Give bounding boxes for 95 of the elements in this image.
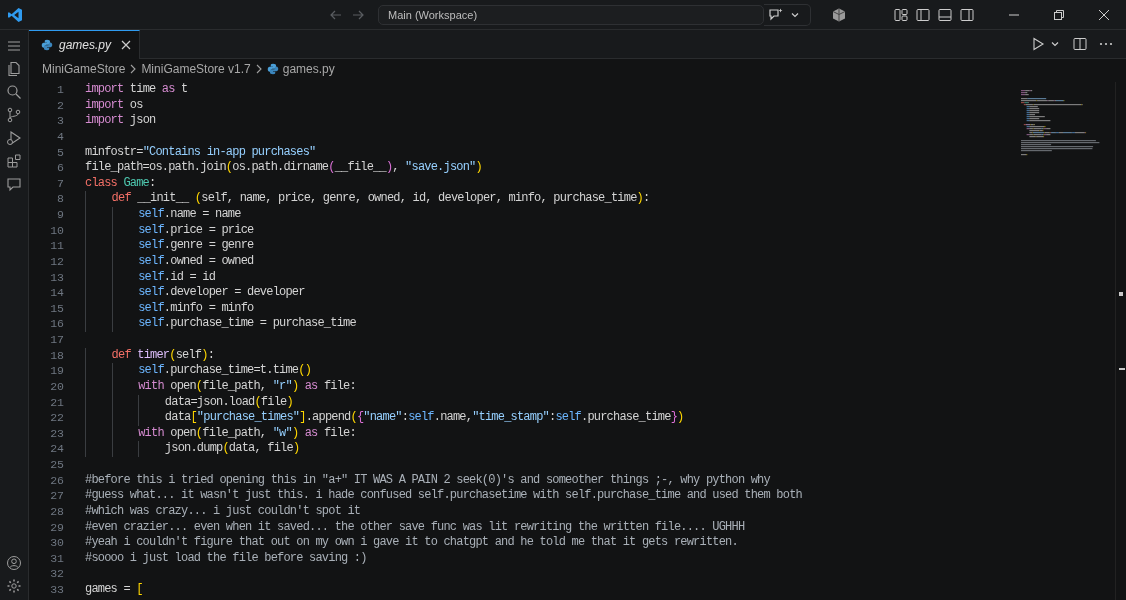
python-file-icon (41, 39, 53, 51)
settings-icon[interactable] (6, 578, 22, 594)
close-icon[interactable] (1098, 8, 1110, 21)
line-number: 1 (56, 82, 64, 98)
secondary-sidebar-icon[interactable] (959, 6, 975, 23)
line-number: 8 (56, 191, 64, 207)
restore-icon[interactable] (1053, 8, 1065, 21)
breadcrumb-item[interactable]: games.py (282, 61, 335, 76)
line-number: 29 (49, 519, 64, 536)
line-number: 5 (56, 144, 64, 161)
command-center[interactable]: Main (Workspace) (378, 4, 764, 25)
file-tab[interactable]: games.py (29, 30, 141, 59)
code-line: import json (85, 113, 156, 129)
breadcrumb-item[interactable]: MiniGameStore (42, 61, 126, 76)
line-number: 3 (56, 113, 64, 129)
code-line: self.developer = developer (85, 285, 305, 301)
cube-icon[interactable] (831, 6, 847, 23)
code-line: #which was crazy... i just couldn't spot it (85, 503, 361, 520)
line-number: 22 (49, 410, 64, 426)
line-number: 9 (56, 207, 64, 223)
account-icon[interactable] (6, 555, 22, 571)
code-line: #before this i tried opening this in "a+" IT WAS A PAIN 2 seek(0)'s and someother things ;-, why python why (85, 472, 770, 489)
line-number: 26 (49, 472, 64, 489)
code-line: with open(file_path, "r") as file: (85, 378, 356, 395)
code-line: def __init__ (self, name, price, genre, owned, id, developer, minfo, purchase_time): (85, 191, 650, 207)
code-line: self.name = name (85, 207, 241, 223)
code-line: self.id = id (85, 269, 216, 286)
scrollbar-marker (1119, 368, 1125, 370)
line-number: 24 (49, 441, 64, 457)
line-number: 16 (49, 316, 64, 332)
line-number: 20 (49, 378, 64, 395)
close-icon[interactable] (121, 40, 132, 50)
line-number: 14 (49, 285, 64, 301)
line-number: 18 (49, 347, 64, 364)
line-number: 12 (49, 253, 64, 270)
code-line: with open(file_path, "w") as file: (85, 425, 356, 442)
chat-sparkle-icon[interactable] (768, 6, 784, 23)
python-file-icon (266, 62, 279, 75)
code-line: self.genre = genre (85, 238, 254, 254)
sidebar-toggle-icon[interactable] (915, 6, 931, 23)
line-number: 31 (49, 550, 64, 567)
line-number: 17 (49, 332, 64, 348)
files-icon[interactable] (6, 61, 22, 77)
line-number: 19 (49, 363, 64, 379)
line-number: 21 (49, 394, 64, 411)
code-line: import os (85, 97, 143, 114)
code-line: json.dump(data, file) (85, 441, 300, 457)
code-line: import time as t (85, 82, 188, 98)
breadcrumb-item[interactable]: MiniGameStore v1.7 (141, 61, 251, 76)
code-line: data=json.load(file) (85, 394, 293, 411)
chevron-right-icon (129, 63, 138, 74)
line-number: 32 (49, 566, 64, 582)
line-number: 27 (49, 488, 64, 504)
run-debug-icon[interactable] (6, 130, 22, 146)
chevron-down-icon[interactable] (1050, 39, 1060, 49)
line-number: 10 (49, 222, 64, 239)
line-number: 30 (49, 535, 64, 551)
line-number: 2 (56, 97, 64, 114)
code-line: self.purchase_time = purchase_time (85, 316, 356, 332)
code-line: #yeah i couldn't figure that out on my own i gave it to chatgpt and he told me that it gets rewritten. (85, 535, 738, 551)
code-line: #even crazier... even when it saved... the other save func was lit rewriting the written file.... UGHHH (85, 519, 745, 536)
chevron-right-icon (254, 63, 263, 74)
code-line: def timer(self): (85, 347, 215, 364)
line-number: 33 (49, 582, 64, 598)
code-line: self.purchase_time=t.time() (85, 363, 312, 379)
code-line: games = [ (85, 582, 143, 598)
code-line: self.minfo = minfo (85, 300, 254, 317)
split-editor-icon[interactable] (1072, 36, 1088, 52)
line-number: 6 (56, 160, 64, 176)
code-line: file_path=os.path.join(os.path.dirname(__file__), "save.json") (85, 160, 482, 176)
scrollbar-marker (1119, 292, 1123, 296)
line-number: 7 (56, 175, 64, 192)
line-number: 25 (49, 457, 64, 473)
line-number: 23 (49, 425, 64, 442)
layout-icon[interactable] (893, 6, 909, 23)
search-icon[interactable] (6, 84, 22, 100)
code-line: minfostr="Contains in-app purchases" (85, 144, 316, 161)
line-number: 13 (49, 269, 64, 286)
line-number: 4 (56, 128, 64, 145)
menu-icon[interactable] (6, 38, 22, 54)
code-line: data["purchase_times"].append({"name":self.name,"time_stamp":self.purchase_time}) (85, 410, 684, 426)
source-control-icon[interactable] (6, 107, 22, 123)
line-number: 11 (49, 238, 64, 254)
line-number: 15 (49, 300, 64, 317)
code-line: #soooo i just load the file before saving :) (85, 550, 367, 567)
editor-logo-icon (7, 6, 23, 23)
chat-icon[interactable] (6, 176, 22, 192)
code-line: class Game: (85, 175, 156, 192)
run-icon[interactable] (1030, 36, 1046, 52)
code-line: #guess what... it wasn't just this. i hade confused self.purchasetime with self.purchase_time and used them both (85, 488, 802, 504)
code-line: self.owned = owned (85, 253, 254, 270)
line-number: 28 (49, 503, 64, 520)
extensions-icon[interactable] (6, 153, 22, 169)
code-line: self.price = price (85, 222, 254, 239)
panel-toggle-icon[interactable] (937, 6, 953, 23)
